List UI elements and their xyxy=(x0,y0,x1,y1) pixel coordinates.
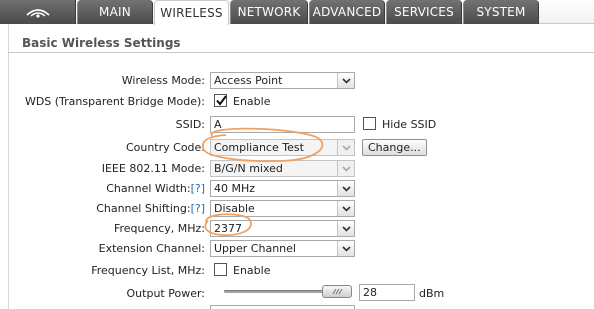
channel-width-help-link[interactable]: [?] xyxy=(191,182,205,195)
channel-width-label-text: Channel Width: xyxy=(106,182,191,195)
checkmark-icon xyxy=(216,95,227,106)
channel-width-select[interactable]: 40 MHz xyxy=(210,180,355,197)
output-power-slider-track[interactable] xyxy=(224,290,334,293)
wireless-mode-label: Wireless Mode: xyxy=(121,74,205,87)
output-power-slider-handle[interactable] xyxy=(322,285,352,298)
channel-width-value: 40 MHz xyxy=(214,182,256,195)
ieee-mode-label: IEEE 802.11 Mode: xyxy=(101,162,205,175)
ssid-input[interactable]: A xyxy=(210,116,355,133)
channel-shifting-help-link[interactable]: [?] xyxy=(191,202,205,215)
channel-shifting-value: Disable xyxy=(214,202,255,215)
wds-enable-label: Enable xyxy=(233,95,271,108)
section-divider xyxy=(8,52,594,53)
chevron-down-icon xyxy=(337,201,354,216)
country-code-select[interactable]: Compliance Test xyxy=(210,139,355,156)
tab-main[interactable]: MAIN xyxy=(77,0,153,24)
chevron-down-icon xyxy=(337,221,354,236)
frequency-list-label: Frequency List, MHz: xyxy=(91,264,205,277)
hide-ssid-checkbox[interactable] xyxy=(363,117,376,130)
channel-shifting-label-text: Channel Shifting: xyxy=(96,202,191,215)
frequency-list-enable-label: Enable xyxy=(233,264,271,277)
channel-shifting-label: Channel Shifting:[?] xyxy=(96,202,205,215)
extension-channel-label: Extension Channel: xyxy=(98,242,205,255)
ubiquiti-logo-icon[interactable] xyxy=(0,0,76,24)
top-navigation: MAIN WIRELESS NETWORK ADVANCED SERVICES … xyxy=(0,0,594,25)
grip-icon xyxy=(332,288,343,295)
frequency-list-checkbox[interactable] xyxy=(214,263,227,276)
output-power-unit: dBm xyxy=(419,287,445,300)
change-country-button[interactable]: Change... xyxy=(362,139,427,156)
wireless-mode-value: Access Point xyxy=(214,74,283,87)
tab-advanced[interactable]: ADVANCED xyxy=(309,0,385,24)
hide-ssid-label: Hide SSID xyxy=(382,118,437,131)
ssid-label: SSID: xyxy=(175,118,205,131)
extension-channel-value: Upper Channel xyxy=(214,242,296,255)
ieee-mode-value: B/G/N mixed xyxy=(214,162,283,175)
next-row-select-partial[interactable] xyxy=(210,305,355,309)
page-border xyxy=(8,24,9,309)
tab-system[interactable]: SYSTEM xyxy=(463,0,539,24)
ieee-mode-select[interactable]: B/G/N mixed xyxy=(210,160,355,177)
output-power-label: Output Power: xyxy=(126,287,205,300)
wireless-mode-select[interactable]: Access Point xyxy=(210,72,355,89)
output-power-input[interactable]: 28 xyxy=(359,284,415,301)
tab-network[interactable]: NETWORK xyxy=(230,0,308,24)
country-code-label: Country Code: xyxy=(125,141,205,154)
tab-services[interactable]: SERVICES xyxy=(386,0,462,24)
channel-width-label: Channel Width:[?] xyxy=(106,182,205,195)
chevron-down-icon xyxy=(337,73,354,88)
wds-label: WDS (Transparent Bridge Mode): xyxy=(24,95,205,108)
chevron-down-icon xyxy=(337,140,354,155)
section-title: Basic Wireless Settings xyxy=(22,36,181,50)
tab-wireless[interactable]: WIRELESS xyxy=(154,0,229,25)
wds-checkbox[interactable] xyxy=(214,94,227,107)
chevron-down-icon xyxy=(337,241,354,256)
channel-shifting-select[interactable]: Disable xyxy=(210,200,355,217)
chevron-down-icon xyxy=(337,181,354,196)
frequency-value: 2377 xyxy=(214,222,242,235)
extension-channel-select[interactable]: Upper Channel xyxy=(210,240,355,257)
chevron-down-icon xyxy=(337,161,354,176)
country-code-value: Compliance Test xyxy=(214,141,304,154)
frequency-select[interactable]: 2377 xyxy=(210,220,355,237)
frequency-label: Frequency, MHz: xyxy=(113,222,205,235)
